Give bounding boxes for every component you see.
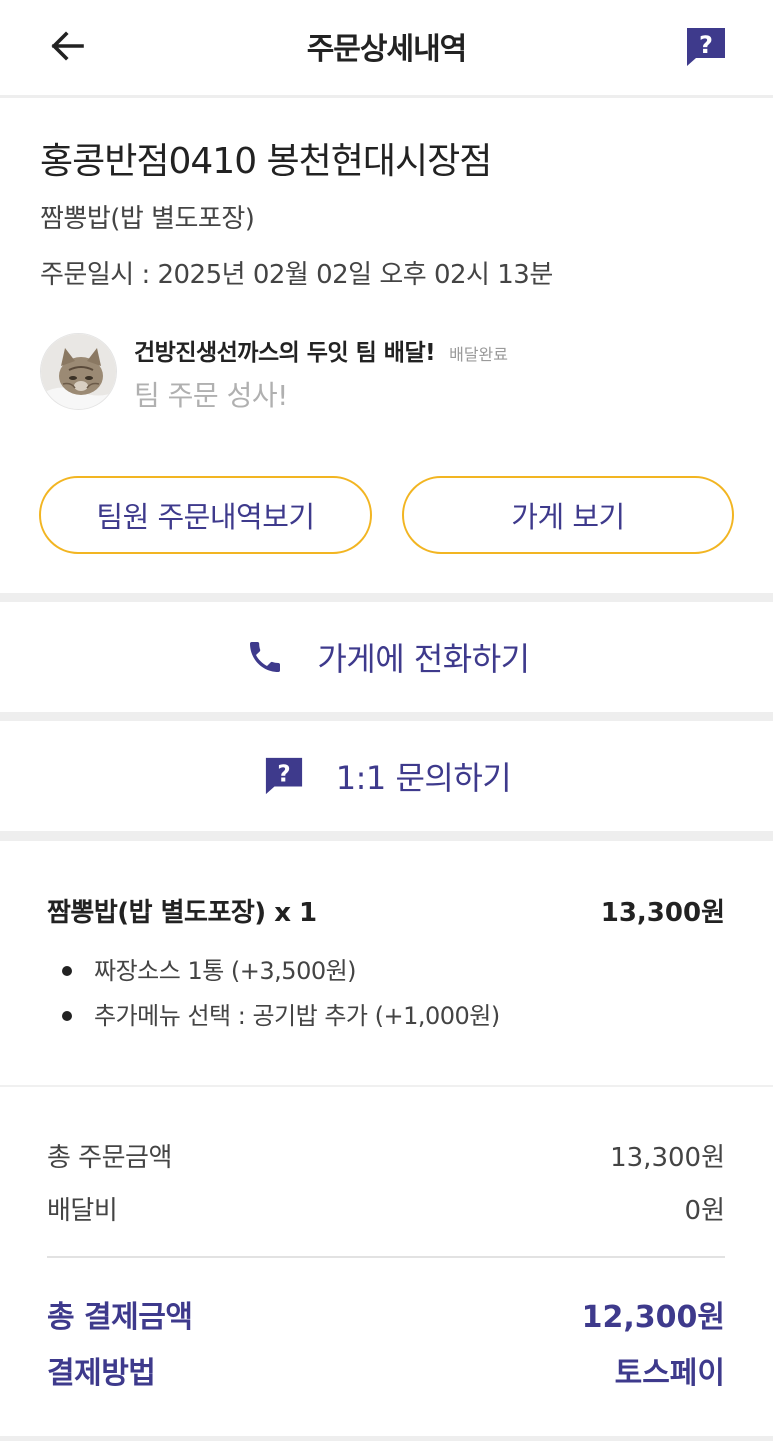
payment-total-value: 12,300원 <box>581 1300 725 1335</box>
header: 주문상세내역 ? <box>0 0 773 98</box>
page-title: 주문상세내역 <box>306 32 468 67</box>
list-item: 추가메뉴 선택 : 공기밥 추가 (+1,000원) <box>62 998 500 1043</box>
total-order-label: 총 주문금액 <box>47 1143 172 1173</box>
call-store-button[interactable]: 가게에 전화하기 <box>0 602 773 712</box>
payment-method-value: 토스페이 <box>614 1356 725 1391</box>
section-divider <box>0 712 773 721</box>
avatar <box>40 333 117 410</box>
call-store-label: 가게에 전화하기 <box>317 640 530 678</box>
list-item: 짜장소스 1통 (+3,500원) <box>62 953 500 998</box>
section-divider <box>0 1436 773 1441</box>
divider <box>47 1256 725 1258</box>
team-message: 팀 주문 성사! <box>134 379 288 412</box>
payment-method-label: 결제방법 <box>47 1356 156 1391</box>
bullet-icon <box>62 966 72 976</box>
team-orders-button[interactable]: 팀원 주문내역보기 <box>39 476 372 554</box>
item-name: 짬뽕밥(밥 별도포장) x 1 <box>47 898 317 928</box>
inquiry-label: 1:1 문의하기 <box>335 759 512 797</box>
team-line: 건방진생선까스의 두잇 팀 배달! 배달완료 <box>134 333 508 367</box>
section-divider <box>0 593 773 602</box>
item-price: 13,300원 <box>600 898 725 928</box>
divider <box>0 1085 773 1087</box>
view-store-button[interactable]: 가게 보기 <box>402 476 734 554</box>
phone-icon <box>243 635 287 679</box>
svg-text:?: ? <box>699 31 713 59</box>
bullet-icon <box>62 1011 72 1021</box>
menu-summary: 짬뽕밥(밥 별도포장) <box>40 204 255 234</box>
store-name: 홍콩반점0410 봉천현대시장점 <box>40 141 492 182</box>
section-divider <box>0 831 773 841</box>
delivery-fee-value: 0원 <box>684 1196 725 1226</box>
option-label: 추가메뉴 선택 : 공기밥 추가 (+1,000원) <box>94 1002 500 1030</box>
total-order-value: 13,300원 <box>610 1143 725 1173</box>
status-badge: 배달완료 <box>449 345 508 364</box>
option-label: 짜장소스 1통 (+3,500원) <box>94 957 357 985</box>
help-button[interactable]: ? <box>684 26 728 68</box>
svg-text:?: ? <box>277 762 290 788</box>
inquiry-button[interactable]: ? 1:1 문의하기 <box>0 721 773 831</box>
question-bubble-icon: ? <box>687 28 725 66</box>
delivery-fee-label: 배달비 <box>47 1196 118 1226</box>
question-bubble-icon: ? <box>262 754 306 798</box>
option-list: 짜장소스 1통 (+3,500원) 추가메뉴 선택 : 공기밥 추가 (+1,0… <box>62 953 500 1043</box>
team-name: 건방진생선까스의 두잇 팀 배달! <box>134 340 436 366</box>
order-date: 주문일시 : 2025년 02월 02일 오후 02시 13분 <box>40 260 553 290</box>
payment-total-label: 총 결제금액 <box>47 1300 193 1335</box>
